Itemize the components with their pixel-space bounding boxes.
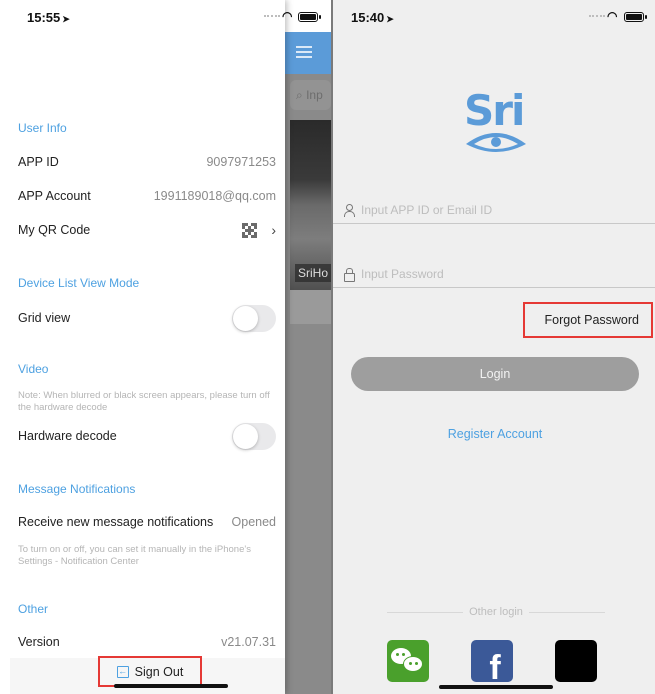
sri-logo: Sri <box>464 86 528 152</box>
eye-logo-icon <box>466 133 526 152</box>
password-field <box>333 260 655 288</box>
other-login-divider: Other login <box>387 606 605 618</box>
apple-login-button[interactable] <box>555 640 597 682</box>
app-id-value: 9097971253 <box>206 155 276 169</box>
version-row: Version v21.07.31 <box>18 631 276 653</box>
grid-view-toggle[interactable] <box>232 304 276 332</box>
section-other: Other <box>18 602 49 616</box>
wechat-icon <box>391 646 425 676</box>
qr-code-label: My QR Code <box>18 223 91 237</box>
location-arrow-icon: ➤ <box>62 14 70 24</box>
battery-icon <box>624 12 647 22</box>
divider-line <box>387 611 464 613</box>
section-user-info: User Info <box>18 121 67 135</box>
receive-notifications-label: Receive new message notifications <box>18 515 214 529</box>
background-app-view: ⌕ Inp SriHo <box>285 0 331 694</box>
version-value: v21.07.31 <box>221 635 276 649</box>
hardware-decode-row: Hardware decode <box>18 422 276 450</box>
home-indicator <box>439 685 553 689</box>
forgot-password-button[interactable]: Forgot Password <box>523 302 653 338</box>
settings-screen: ⌕ Inp SriHo 15:55 ➤ User Info APP ID 9097… <box>0 0 331 694</box>
signal-icon <box>589 15 605 17</box>
app-account-label: APP Account <box>18 189 91 203</box>
receive-notifications-row: Receive new message notifications Opened <box>18 511 276 533</box>
search-placeholder: Inp <box>306 88 323 102</box>
toggle-knob <box>233 423 258 449</box>
lock-icon <box>343 267 355 282</box>
section-device-list: Device List View Mode <box>18 276 140 290</box>
login-button[interactable]: Login <box>351 357 639 391</box>
wifi-icon: ◠ <box>607 9 618 23</box>
sign-out-icon: ← <box>116 665 129 678</box>
app-account-row: APP Account 1991189018@qq.com <box>18 185 276 207</box>
app-id-label: APP ID <box>18 155 59 169</box>
settings-drawer: 15:55 ➤ User Info APP ID 9097971253 APP A… <box>0 0 285 694</box>
grid-view-row: Grid view <box>18 304 276 332</box>
register-account-link[interactable]: Register Account <box>333 427 655 441</box>
facebook-icon: f <box>489 649 501 682</box>
status-time: 15:40 ➤ <box>351 10 394 25</box>
hardware-decode-note: Note: When blurred or black screen appea… <box>18 390 270 413</box>
status-bar: 15:55 ➤ <box>0 0 285 32</box>
status-time: 15:55 ➤ <box>27 10 70 25</box>
app-account-value: 1991189018@qq.com <box>153 189 276 203</box>
status-bar-background <box>285 0 331 32</box>
app-id-row: APP ID 9097971253 <box>18 151 276 173</box>
divider-line <box>528 611 605 613</box>
other-login-label: Other login <box>469 606 523 618</box>
camera-thumbnail[interactable]: SriHo <box>290 120 331 290</box>
nav-bar <box>285 32 331 74</box>
qr-code-row[interactable]: My QR Code › <box>18 219 276 241</box>
sign-out-label: Sign Out <box>134 664 184 679</box>
section-message-notifications: Message Notifications <box>18 482 136 496</box>
qr-code-icon <box>242 222 258 238</box>
hardware-decode-toggle[interactable] <box>232 422 276 450</box>
receive-notifications-value: Opened <box>231 515 276 529</box>
password-input[interactable] <box>361 266 621 281</box>
account-field <box>333 196 655 224</box>
notifications-note: To turn on or off, you can set it manual… <box>18 544 251 567</box>
wechat-login-button[interactable] <box>387 640 429 682</box>
device-search-input[interactable]: ⌕ Inp <box>290 80 331 110</box>
facebook-login-button[interactable]: f <box>471 640 513 682</box>
section-video: Video <box>18 362 49 376</box>
toggle-knob <box>233 305 258 331</box>
version-label: Version <box>18 635 60 649</box>
user-icon <box>343 203 355 217</box>
location-arrow-icon: ➤ <box>386 14 394 24</box>
chevron-right-icon: › <box>271 222 276 238</box>
status-bar: 15:40 ➤ ◠ <box>333 0 655 32</box>
camera-card-footer <box>290 290 331 324</box>
sign-out-button[interactable]: ← Sign Out <box>98 656 202 687</box>
camera-label: SriHo <box>295 264 331 282</box>
grid-view-label: Grid view <box>18 311 71 325</box>
hardware-decode-label: Hardware decode <box>18 429 117 443</box>
login-screen: 15:40➤ ◠ Sri Forgot Password Login Regis… <box>331 0 655 694</box>
account-input[interactable] <box>361 202 621 217</box>
home-indicator <box>114 684 228 688</box>
menu-icon[interactable] <box>296 46 312 58</box>
